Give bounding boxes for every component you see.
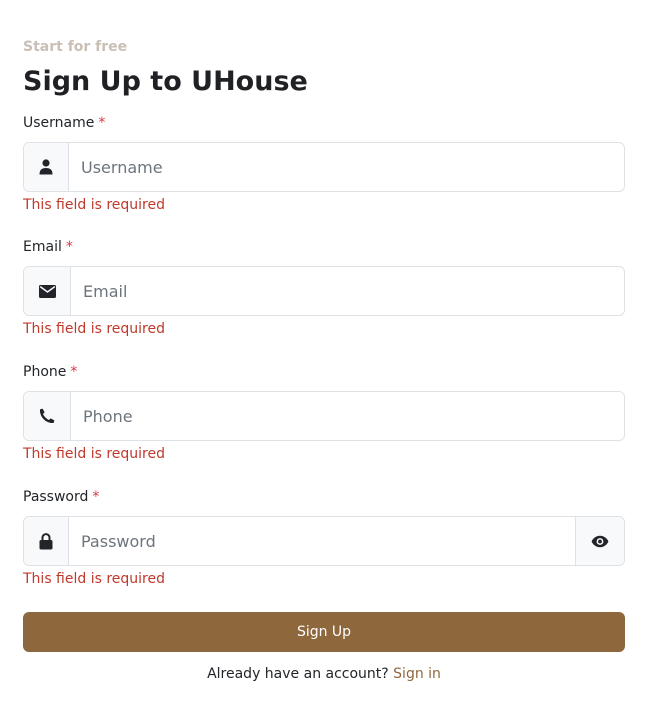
username-label: Username *	[23, 113, 625, 133]
password-label: Password *	[23, 487, 625, 507]
phone-block: Phone* This field is required	[23, 362, 625, 463]
password-input[interactable]	[69, 517, 575, 565]
username-addon	[24, 143, 69, 191]
required-marker: *	[70, 364, 78, 380]
sign-in-link[interactable]: Sign in	[393, 666, 441, 682]
email-addon	[24, 267, 71, 315]
required-marker: *	[98, 115, 106, 131]
page-title: Sign Up to UHouse	[23, 66, 308, 97]
password-input-group	[23, 516, 625, 566]
username-block: Username* This field is required	[23, 113, 625, 214]
signin-prompt-text: Already have an account?	[207, 666, 389, 682]
required-marker: *	[92, 489, 100, 505]
eyebrow-text: Start for free	[23, 39, 128, 55]
required-marker: *	[65, 239, 73, 255]
phone-error: This field is required	[23, 446, 166, 462]
phone-addon	[24, 392, 71, 440]
signup-form: Start for free Sign Up to UHouse Usernam…	[23, 37, 625, 684]
email-label-text: Email	[23, 239, 62, 255]
password-addon	[24, 517, 69, 565]
password-visibility-toggle[interactable]	[575, 517, 624, 565]
email-input[interactable]	[71, 267, 624, 315]
phone-input[interactable]	[71, 392, 624, 440]
username-input-group	[23, 142, 625, 192]
username-label-text: Username	[23, 115, 95, 131]
email-label: Email *	[23, 237, 625, 257]
signin-prompt: Already have an account? Sign in	[23, 664, 625, 684]
username-error: This field is required	[23, 197, 166, 213]
lock-icon	[39, 532, 53, 550]
password-label-text: Password	[23, 489, 89, 505]
password-error: This field is required	[23, 571, 166, 587]
sign-up-button[interactable]: Sign Up	[23, 612, 625, 652]
username-input[interactable]	[69, 143, 624, 191]
email-input-group	[23, 266, 625, 316]
email-error: This field is required	[23, 321, 166, 337]
phone-label-text: Phone	[23, 364, 67, 380]
phone-label: Phone *	[23, 362, 625, 382]
user-icon	[39, 159, 53, 175]
email-block: Email* This field is required	[23, 237, 625, 338]
envelope-icon	[38, 284, 56, 298]
phone-icon	[39, 408, 55, 424]
phone-input-group	[23, 391, 625, 441]
password-block: Password * This field is required	[23, 487, 625, 588]
eye-icon	[591, 535, 609, 548]
